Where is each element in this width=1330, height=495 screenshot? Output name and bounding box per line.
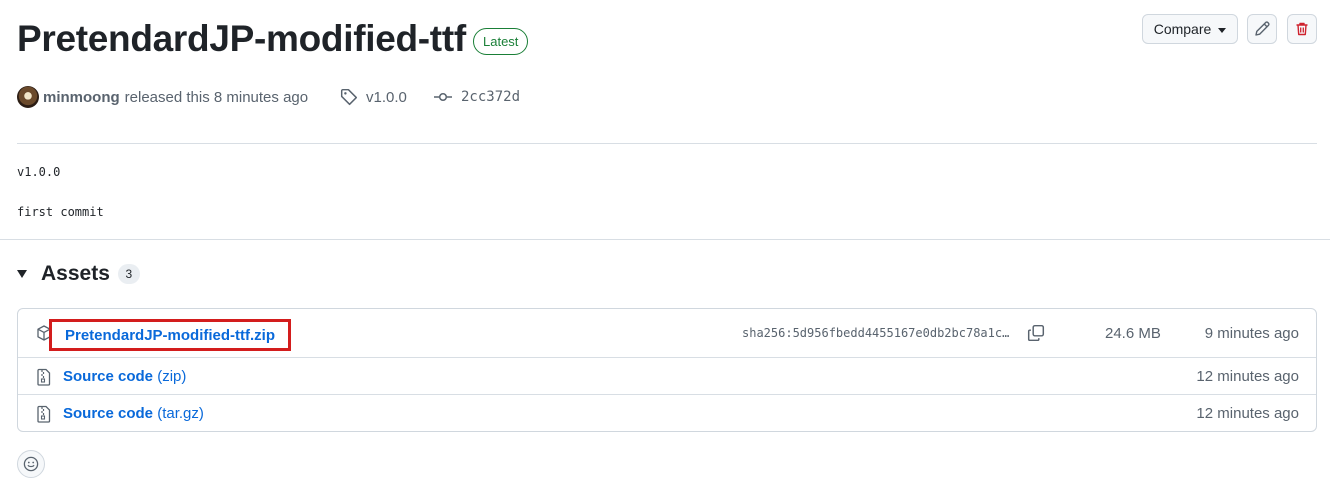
source-code-label: Source code	[63, 405, 154, 422]
asset-download-link[interactable]: PretendardJP-modified-ttf.zip	[49, 319, 292, 351]
trash-icon	[1296, 22, 1308, 36]
add-reaction-button[interactable]	[17, 450, 45, 478]
pencil-icon	[1255, 21, 1270, 36]
compare-label: Compare	[1153, 21, 1212, 37]
copy-icon[interactable]	[1027, 324, 1045, 342]
author-link[interactable]: minmoong	[43, 89, 120, 106]
asset-time: 12 minutes ago	[1196, 368, 1299, 385]
file-zip-icon	[37, 405, 51, 423]
assets-list: PretendardJP-modified-ttf.zip sha256:5d9…	[17, 308, 1317, 432]
delete-release-button[interactable]	[1287, 14, 1317, 44]
triangle-down-icon	[17, 270, 27, 278]
asset-size: 24.6 MB	[1105, 325, 1161, 342]
edit-release-button[interactable]	[1247, 14, 1277, 44]
commit-link[interactable]: 2cc372d	[434, 86, 520, 108]
release-meta: minmoong released this 8 minutes ago	[17, 86, 308, 108]
divider	[0, 239, 1330, 240]
asset-row: PretendardJP-modified-ttf.zip sha256:5d9…	[18, 309, 1316, 357]
asset-time: 12 minutes ago	[1196, 405, 1299, 422]
caret-down-icon	[1218, 27, 1227, 33]
source-code-format: (zip)	[157, 368, 187, 385]
assets-count-badge: 3	[117, 264, 140, 284]
author-avatar[interactable]	[17, 86, 39, 108]
release-notes-line: v1.0.0	[17, 165, 61, 179]
tag-label: v1.0.0	[366, 88, 407, 106]
release-title: PretendardJP-modified-ttf	[17, 18, 466, 59]
divider	[17, 143, 1317, 144]
source-code-label: Source code	[63, 368, 154, 385]
released-text: released this 8 minutes ago	[124, 88, 309, 106]
commit-icon	[434, 92, 452, 102]
asset-row: Source code (zip) 12 minutes ago	[18, 357, 1316, 394]
compare-button[interactable]: Compare	[1142, 14, 1238, 44]
tag-link[interactable]: v1.0.0	[340, 86, 407, 108]
asset-time: 9 minutes ago	[1204, 325, 1299, 342]
assets-title: Assets	[41, 262, 110, 285]
source-code-format: (tar.gz)	[157, 405, 204, 422]
release-notes-line: first commit	[17, 205, 104, 219]
tag-icon	[340, 88, 358, 106]
file-zip-icon	[37, 368, 51, 386]
asset-sha256: sha256:5d956fbedd4455167e0db2bc78a1c…	[742, 326, 1010, 340]
source-code-targz-link[interactable]: Source code (tar.gz)	[63, 405, 204, 422]
latest-badge: Latest	[473, 28, 529, 55]
commit-hash: 2cc372d	[461, 89, 521, 105]
smiley-icon	[23, 456, 39, 472]
asset-row: Source code (tar.gz) 12 minutes ago	[18, 394, 1316, 431]
source-code-zip-link[interactable]: Source code (zip)	[63, 368, 186, 385]
assets-toggle[interactable]: Assets 3	[17, 260, 140, 288]
